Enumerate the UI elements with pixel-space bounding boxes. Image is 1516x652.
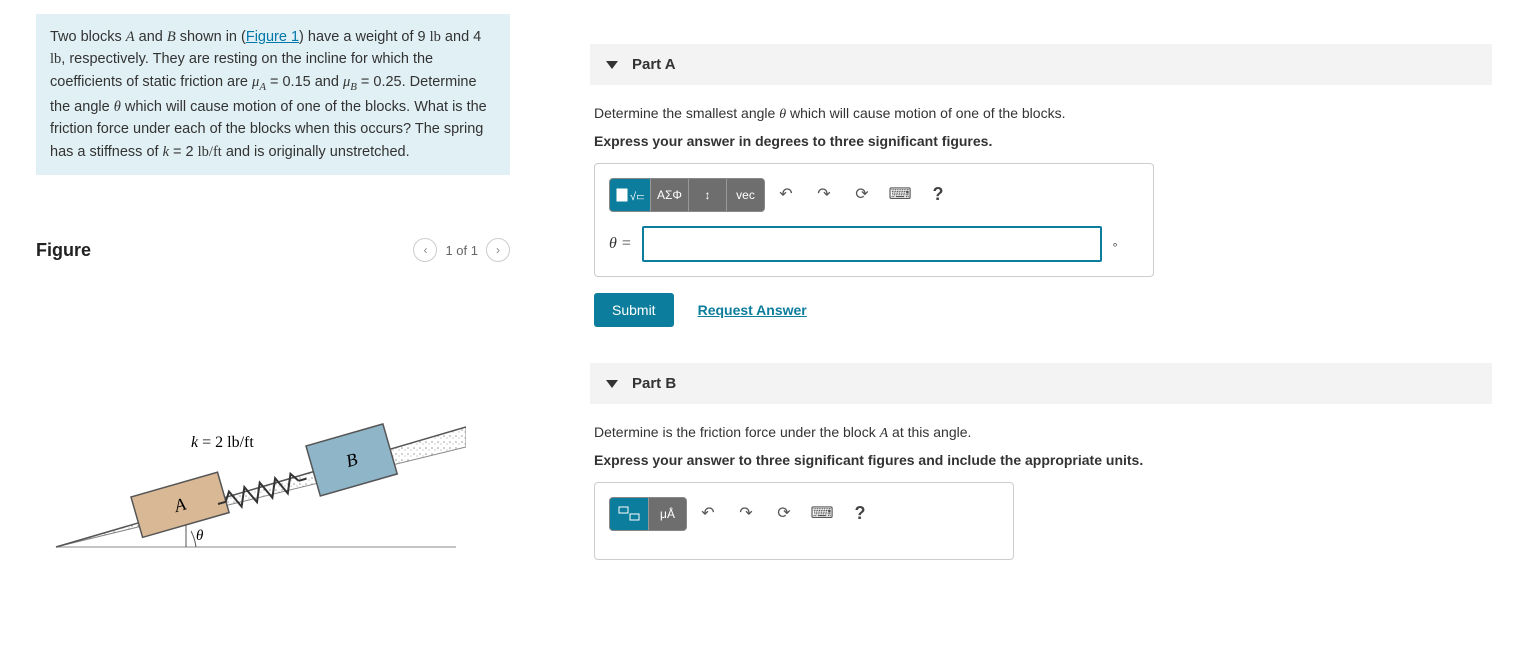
part-b-header[interactable]: Part B <box>590 363 1492 404</box>
caret-down-icon <box>606 61 618 69</box>
theta-equals-label: θ = <box>609 235 632 253</box>
part-a-header[interactable]: Part A <box>590 44 1492 85</box>
help-button[interactable]: ? <box>921 178 955 210</box>
submit-button[interactable]: Submit <box>594 293 674 327</box>
keyboard-button[interactable]: ⌨ <box>805 497 839 529</box>
answer-input-a[interactable] <box>642 226 1102 262</box>
part-a-instructions: Express your answer in degrees to three … <box>594 133 1488 149</box>
subscript-button[interactable]: ↕ <box>688 179 726 211</box>
redo-button[interactable]: ↷ <box>729 497 763 529</box>
redo-button[interactable]: ↷ <box>807 178 841 210</box>
undo-button[interactable]: ↶ <box>769 178 803 210</box>
answer-box-a: √▭ ΑΣΦ ↕ vec ↶ ↷ ⟳ ⌨ ? θ = ∘ <box>594 163 1154 277</box>
answer-box-b: μÅ ↶ ↷ ⟳ ⌨ ? <box>594 482 1014 560</box>
figure-header: Figure ‹ 1 of 1 › <box>36 238 510 262</box>
caret-down-icon <box>606 380 618 388</box>
templates-button[interactable]: √▭ <box>610 179 650 211</box>
help-button[interactable]: ? <box>843 497 877 529</box>
keyboard-button[interactable]: ⌨ <box>883 178 917 210</box>
reset-button[interactable]: ⟳ <box>845 178 879 210</box>
equation-toolbar: √▭ ΑΣΦ ↕ vec ↶ ↷ ⟳ ⌨ ? <box>609 178 1139 212</box>
figure-diagram: θ A B <box>36 272 510 575</box>
part-b-title: Part B <box>632 375 676 392</box>
part-b-prompt: Determine is the friction force under th… <box>594 422 1488 444</box>
angle-label: θ <box>196 528 204 544</box>
vector-button[interactable]: vec <box>726 179 764 211</box>
var-a: A <box>126 29 135 45</box>
undo-button[interactable]: ↶ <box>691 497 725 529</box>
degree-unit: ∘ <box>1112 238 1119 251</box>
figure-next-button[interactable]: › <box>486 238 510 262</box>
var-b: B <box>167 29 176 45</box>
templates-button[interactable] <box>610 498 648 530</box>
text: Two blocks <box>50 29 126 45</box>
figure-prev-button[interactable]: ‹ <box>413 238 437 262</box>
greek-button[interactable]: ΑΣΦ <box>650 179 688 211</box>
units-button[interactable]: μÅ <box>648 498 686 530</box>
spring-label: k = 2 lb/ft <box>191 434 254 451</box>
figure-link[interactable]: Figure 1 <box>246 29 299 45</box>
figure-title: Figure <box>36 240 91 261</box>
part-a-prompt: Determine the smallest angle θ which wil… <box>594 103 1488 125</box>
equation-toolbar-b: μÅ ↶ ↷ ⟳ ⌨ ? <box>609 497 999 531</box>
problem-statement: Two blocks A and B shown in (Figure 1) h… <box>36 14 510 175</box>
part-b-instructions: Express your answer to three significant… <box>594 452 1488 468</box>
reset-button[interactable]: ⟳ <box>767 497 801 529</box>
svg-text:√▭: √▭ <box>630 191 644 203</box>
figure-page-indicator: 1 of 1 <box>445 243 478 258</box>
part-a-title: Part A <box>632 56 676 73</box>
request-answer-link[interactable]: Request Answer <box>698 302 807 318</box>
